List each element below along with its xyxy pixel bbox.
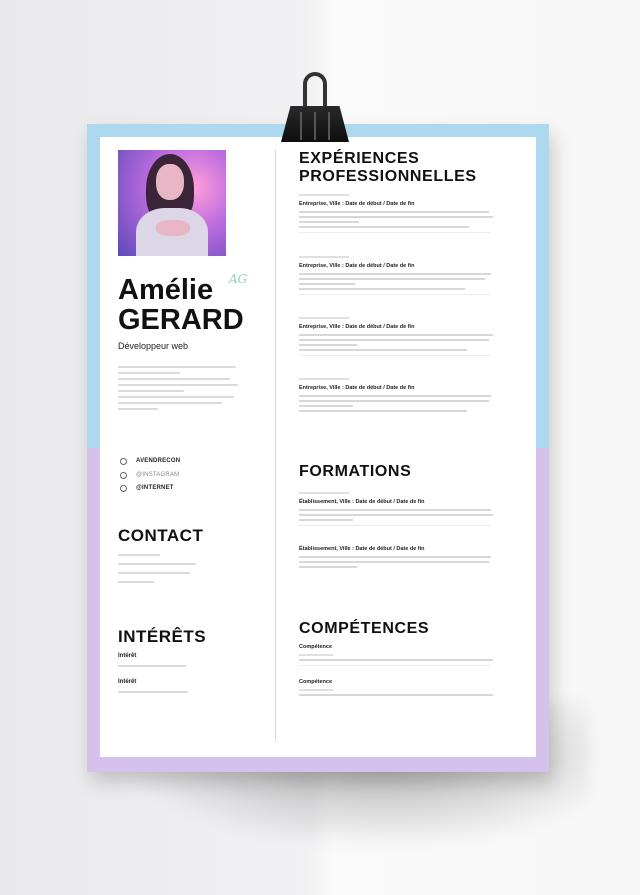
- clip-ridge: [328, 112, 330, 140]
- phone-icon: [120, 471, 127, 479]
- signature-mark: AG: [229, 272, 248, 286]
- interest-label: Intérêt: [118, 653, 137, 659]
- experience-entry: Entreprise, Ville : Date de début / Date…: [299, 317, 493, 356]
- entry-date: [299, 492, 349, 494]
- entry-title: Établissement, Ville : Date de début / D…: [299, 499, 425, 505]
- skill-entry: Compétence: [299, 679, 493, 699]
- experience-entry: Entreprise, Ville : Date de début / Date…: [299, 378, 491, 415]
- clip-ridge: [314, 112, 316, 140]
- contact-heading: CONTACT: [118, 526, 204, 545]
- entry-title: Entreprise, Ville : Date de début / Date…: [299, 201, 415, 207]
- entry-date: [299, 378, 349, 380]
- entry-title: Entreprise, Ville : Date de début / Date…: [299, 263, 415, 269]
- entry-date: [299, 194, 349, 196]
- entry-date: [299, 317, 349, 319]
- education-entry: Établissement, Ville : Date de début / D…: [299, 546, 491, 571]
- experience-entry: Entreprise, Ville : Date de début / Date…: [299, 256, 491, 295]
- contact-link-internet: @INTERNET: [120, 483, 174, 493]
- entry-title: Entreprise, Ville : Date de début / Date…: [299, 385, 415, 391]
- clip-ridge: [300, 112, 302, 140]
- experience-heading-line2: PROFESSIONNELLES: [299, 168, 477, 185]
- last-name: GERARD: [118, 304, 244, 336]
- experience-heading: EXPÉRIENCES PROFESSIONNELLES: [299, 150, 477, 186]
- profile-summary: [118, 366, 240, 414]
- photo-hands: [156, 220, 190, 236]
- education-entry: Établissement, Ville : Date de début / D…: [299, 492, 493, 526]
- entry-date: [299, 256, 349, 258]
- interests-heading: INTÉRÊTS: [118, 627, 207, 646]
- link-icon: [120, 484, 127, 492]
- profile-photo: [118, 150, 226, 256]
- experience-entry: Entreprise, Ville : Date de début / Date…: [299, 194, 493, 233]
- contact-link-instagram: @INSTAGRAM: [120, 470, 179, 480]
- entry-title: Entreprise, Ville : Date de début / Date…: [299, 324, 415, 330]
- contact-details: [118, 554, 208, 587]
- education-heading: FORMATIONS: [299, 463, 412, 480]
- interest-desc: [118, 691, 188, 693]
- interest-label: Intérêt: [118, 679, 137, 685]
- column-divider: [275, 150, 276, 742]
- first-name: Amélie: [118, 274, 214, 306]
- entry-title: Établissement, Ville : Date de début / D…: [299, 546, 425, 552]
- skill-label: Compétence: [299, 644, 333, 650]
- experience-heading-line1: EXPÉRIENCES: [299, 150, 420, 167]
- contact-link-website: AVENDRECON: [120, 456, 180, 466]
- job-title: Développeur web: [118, 341, 189, 351]
- interest-desc: [118, 665, 186, 667]
- globe-icon: [120, 457, 127, 465]
- photo-face: [156, 164, 184, 200]
- skill-entry: Compétence: [299, 644, 493, 666]
- skills-heading: COMPÉTENCES: [299, 620, 430, 637]
- skill-label: Compétence: [299, 679, 333, 685]
